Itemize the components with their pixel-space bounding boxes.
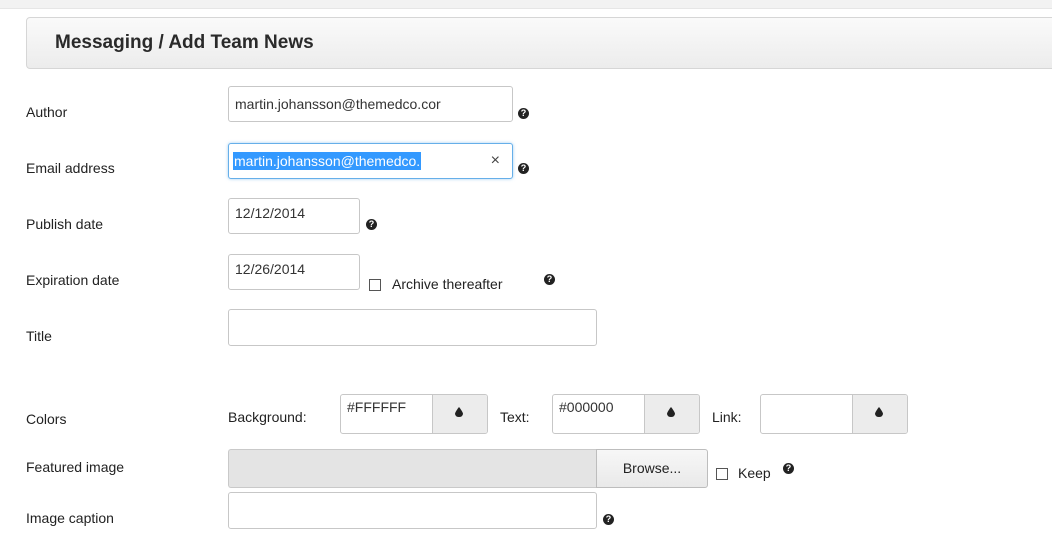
keep-checkbox[interactable] [716, 468, 728, 480]
colors-label: Colors [26, 411, 67, 427]
keep-label: Keep [738, 465, 771, 481]
text-color-value[interactable]: #000000 [559, 395, 614, 419]
keep-help-icon[interactable]: ? [783, 463, 794, 474]
expiration-date-input[interactable]: 12/26/2014 [228, 254, 360, 290]
clear-icon[interactable]: × [491, 144, 500, 178]
background-color-value[interactable]: #FFFFFF [347, 395, 406, 419]
image-caption-input[interactable] [228, 492, 597, 529]
publish-date-help-icon[interactable]: ? [366, 219, 377, 230]
author-help-icon[interactable]: ? [518, 108, 529, 119]
archive-checkbox[interactable] [369, 279, 381, 291]
caption-help-icon[interactable]: ? [603, 514, 614, 525]
text-color-input[interactable]: #000000 [552, 394, 700, 434]
text-color-label: Text: [500, 409, 530, 425]
top-bar [0, 0, 1052, 9]
color-drop-icon [875, 407, 883, 417]
image-caption-label: Image caption [26, 510, 114, 526]
email-input-selected-text: martin.johansson@themedco. [233, 152, 422, 170]
text-color-picker-button[interactable] [644, 395, 699, 433]
background-color-picker-button[interactable] [432, 395, 487, 433]
publish-date-input[interactable]: 12/12/2014 [228, 198, 360, 234]
publish-date-label: Publish date [26, 216, 104, 232]
archive-help-icon[interactable]: ? [544, 274, 555, 285]
expiration-date-label: Expiration date [26, 272, 120, 288]
author-input[interactable]: martin.johansson@themedco.cor [228, 86, 513, 122]
title-input[interactable] [228, 309, 597, 346]
featured-image-file-field[interactable] [228, 449, 597, 488]
browse-button[interactable]: Browse... [596, 449, 708, 488]
title-label: Title [26, 328, 52, 344]
background-color-label: Background: [228, 409, 307, 425]
color-drop-icon [455, 407, 463, 417]
link-color-picker-button[interactable] [852, 395, 907, 433]
link-color-label: Link: [712, 409, 742, 425]
email-input[interactable]: martin.johansson@themedco. × [228, 143, 513, 179]
background-color-input[interactable]: #FFFFFF [340, 394, 488, 434]
archive-label: Archive thereafter [392, 276, 503, 292]
featured-image-label: Featured image [26, 459, 125, 475]
author-label: Author [26, 104, 68, 120]
color-drop-icon [667, 407, 675, 417]
page-title: Messaging / Add Team News [55, 32, 314, 53]
link-color-input[interactable] [760, 394, 908, 434]
page-header: Messaging / Add Team News [26, 17, 1052, 69]
email-help-icon[interactable]: ? [518, 163, 529, 174]
email-label: Email address [26, 160, 115, 176]
